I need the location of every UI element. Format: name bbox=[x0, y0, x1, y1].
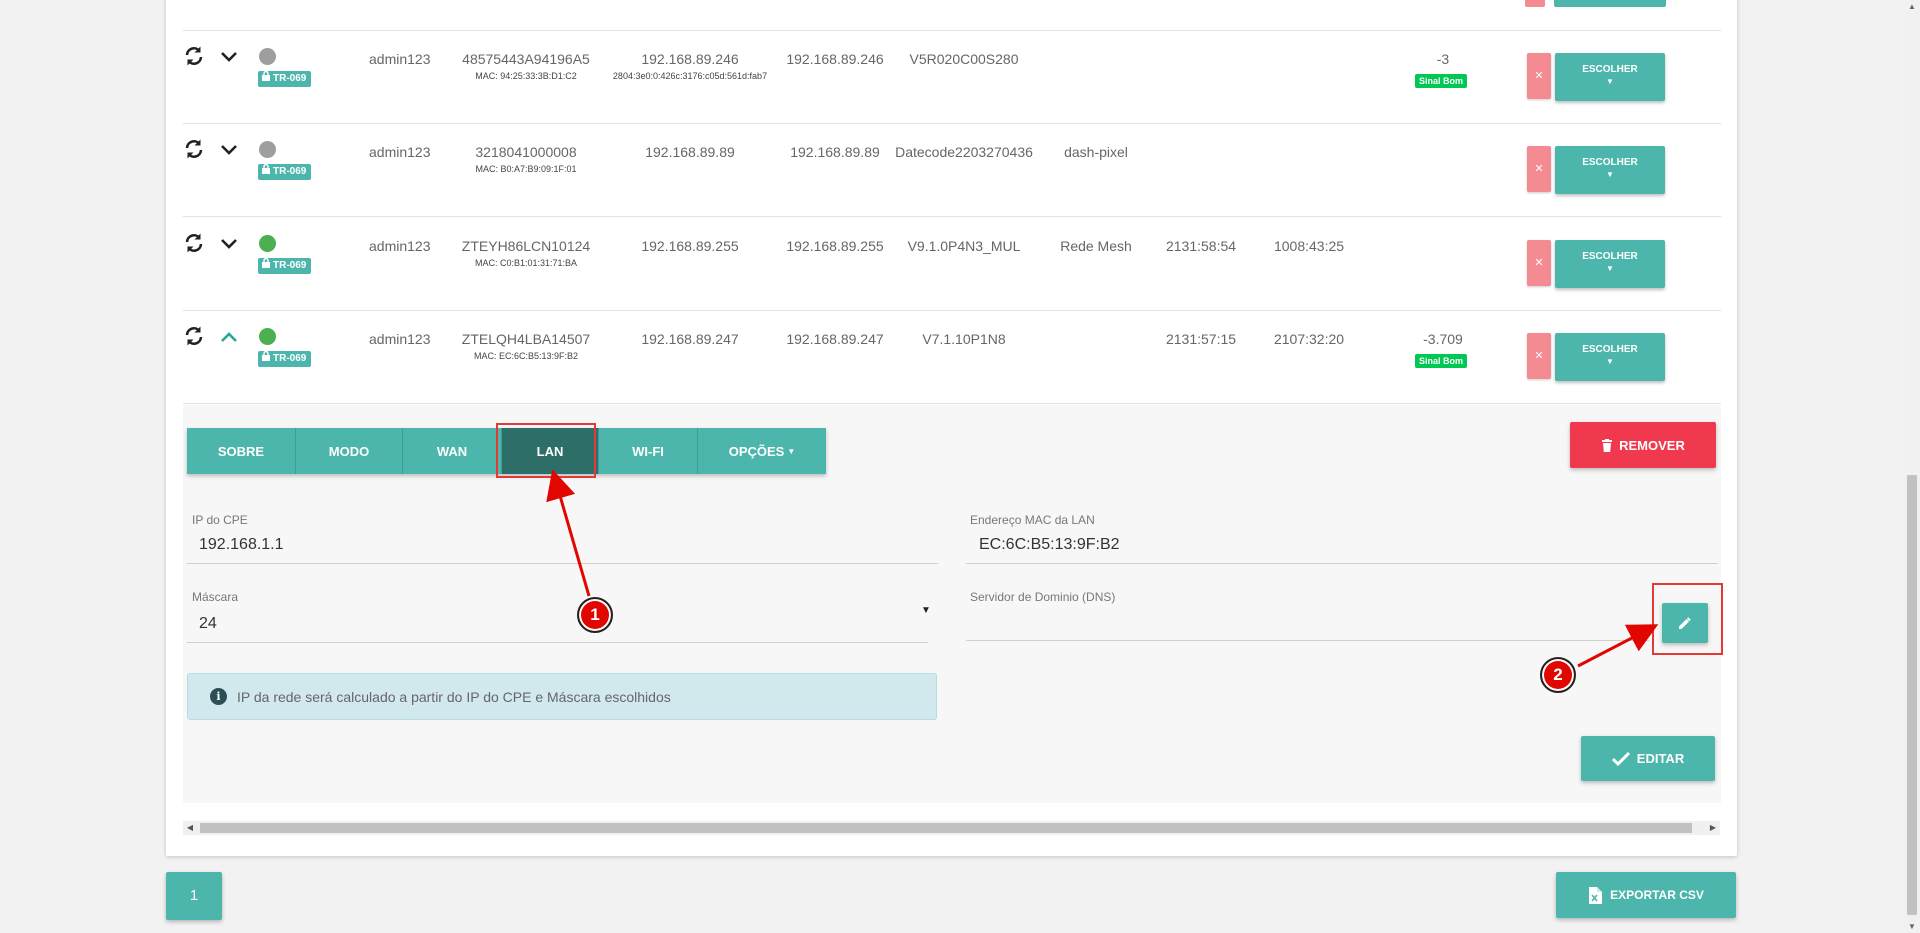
export-csv-label: EXPORTAR CSV bbox=[1610, 888, 1704, 902]
annotation-marker-2: 2 bbox=[1540, 657, 1576, 693]
annotation-marker-1: 1 bbox=[577, 597, 613, 633]
arrow-1 bbox=[546, 469, 591, 597]
page-button[interactable]: 1 bbox=[166, 872, 222, 920]
arrow-2 bbox=[1577, 624, 1659, 668]
annotation-arrows bbox=[546, 469, 1659, 668]
scrollbar-thumb[interactable] bbox=[1907, 475, 1917, 915]
scroll-up-icon[interactable]: ▲ bbox=[1908, 2, 1916, 11]
scroll-down-icon[interactable]: ▼ bbox=[1908, 922, 1916, 931]
scroll-left-icon[interactable]: ◀ bbox=[183, 821, 197, 835]
scrollbar-thumb[interactable] bbox=[200, 823, 1692, 833]
horizontal-scrollbar[interactable]: ◀ ▶ bbox=[183, 821, 1720, 835]
excel-file-icon bbox=[1589, 886, 1603, 904]
vertical-scrollbar[interactable]: ▲ ▼ bbox=[1904, 0, 1920, 933]
export-csv-button[interactable]: EXPORTAR CSV bbox=[1556, 872, 1736, 918]
scroll-right-icon[interactable]: ▶ bbox=[1706, 821, 1720, 835]
